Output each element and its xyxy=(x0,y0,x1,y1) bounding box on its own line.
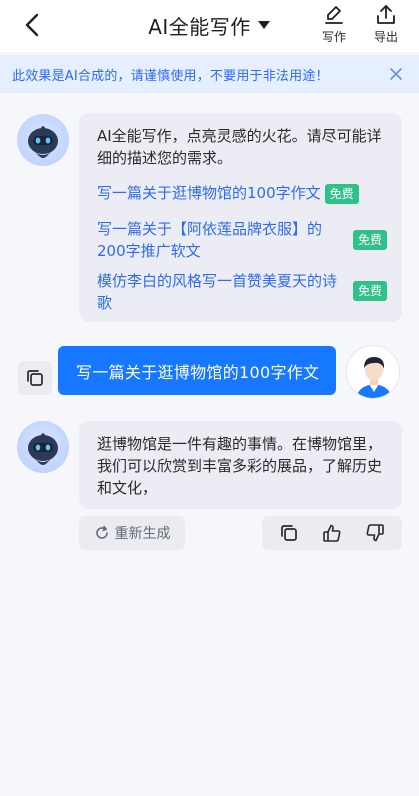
refresh-icon xyxy=(95,525,108,539)
suggestion-item[interactable]: 写一篇关于逛博物馆的100字作文 免费 xyxy=(97,182,397,204)
copy-answer-button[interactable] xyxy=(275,519,303,547)
notice-text: 此效果是AI合成的，请谨慎使用，不要用于非法用途！ xyxy=(12,68,329,84)
copy-icon xyxy=(27,370,43,386)
answer-text: 逛博物馆是一件有趣的事情。在博物馆里，我们可以欣赏到丰富多彩的展品，了解历史和文… xyxy=(97,435,383,497)
free-badge: 免费 xyxy=(353,230,388,250)
header: AI全能写作 写作 导出 xyxy=(0,0,419,52)
export-button[interactable]: 导出 xyxy=(364,4,408,48)
bot-avatar xyxy=(17,421,69,473)
pen-icon xyxy=(325,6,343,24)
notice-bar: 此效果是AI合成的，请谨慎使用，不要用于非法用途！ xyxy=(0,55,419,93)
suggestion-item[interactable]: 模仿李白的风格写一首赞美夏天的诗歌 xyxy=(97,270,337,314)
user-message-text: 写一篇关于逛博物馆的100字作文 xyxy=(76,362,320,382)
robot-icon xyxy=(28,126,58,158)
export-label: 导出 xyxy=(373,30,398,44)
export-icon xyxy=(377,5,395,24)
regenerate-label: 重新生成 xyxy=(114,526,171,542)
thumbs-up-icon xyxy=(323,524,341,542)
bot-intro-text: AI全能写作，点亮灵感的火花。请尽可能详细的描述您的需求。 xyxy=(97,127,382,167)
thumbs-down-icon xyxy=(366,524,384,542)
suggestion-text: 写一篇关于逛博物馆的100字作文 xyxy=(97,184,321,202)
write-label: 写作 xyxy=(321,30,346,44)
robot-icon xyxy=(28,433,58,465)
dislike-button[interactable] xyxy=(361,519,389,547)
copy-icon xyxy=(281,525,298,541)
copy-button[interactable] xyxy=(18,361,52,395)
free-badge: 免费 xyxy=(353,281,388,301)
suggestion-text: 写一篇关于【阿依莲品牌衣服】的200字推广软文 xyxy=(97,220,323,260)
user-avatar xyxy=(346,345,400,399)
like-button[interactable] xyxy=(318,519,346,547)
suggestion-item[interactable]: 写一篇关于【阿依莲品牌衣服】的200字推广软文 xyxy=(97,218,337,262)
regenerate-button[interactable]: 重新生成 xyxy=(79,516,185,550)
answer-actions xyxy=(262,516,402,550)
suggestion-text: 模仿李白的风格写一首赞美夏天的诗歌 xyxy=(97,272,338,312)
chevron-left-icon xyxy=(25,13,39,37)
back-button[interactable] xyxy=(18,10,48,40)
close-icon[interactable] xyxy=(387,65,405,83)
bot-answer-bubble: 逛博物馆是一件有趣的事情。在博物馆里，我们可以欣赏到丰富多彩的展品，了解历史和文… xyxy=(79,421,402,509)
user-message-bubble: 写一篇关于逛博物馆的100字作文 xyxy=(58,346,336,395)
bot-avatar xyxy=(17,114,69,166)
page-title: AI全能写作 xyxy=(148,14,251,39)
person-icon xyxy=(347,346,399,398)
write-button[interactable]: 写作 xyxy=(312,4,356,48)
caret-down-icon xyxy=(257,21,270,29)
bot-message-bubble: AI全能写作，点亮灵感的火花。请尽可能详细的描述您的需求。 写一篇关于逛博物馆的… xyxy=(79,113,402,322)
title-dropdown[interactable]: AI全能写作 xyxy=(0,10,419,40)
free-badge: 免费 xyxy=(324,183,359,204)
